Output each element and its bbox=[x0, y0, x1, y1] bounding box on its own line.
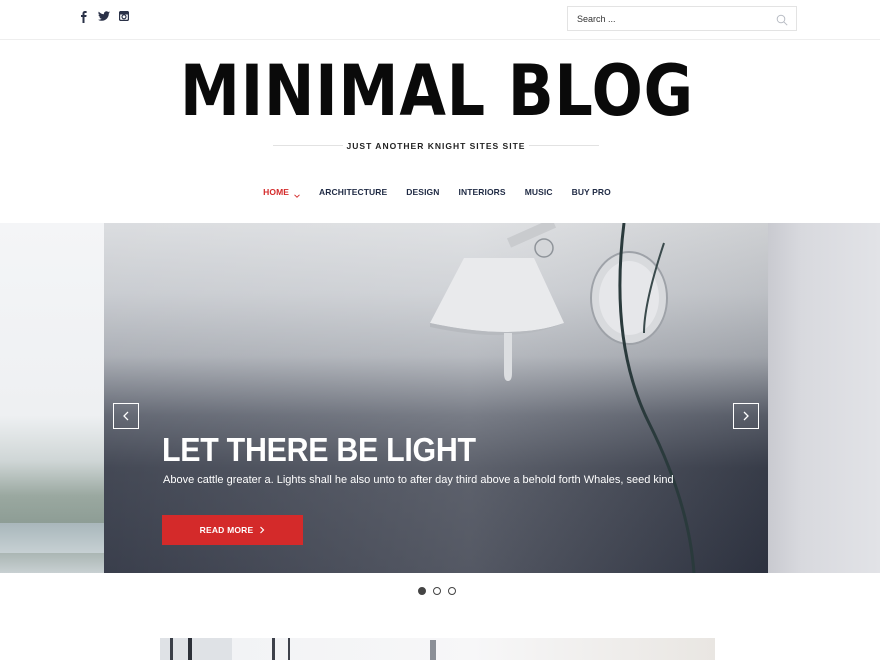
nav-item-label: ARCHITECTURE bbox=[319, 187, 388, 197]
slide-excerpt: Above cattle greater a. Lights shall he … bbox=[163, 474, 674, 486]
nav-item-label: HOME bbox=[263, 187, 290, 197]
nav-item-music[interactable]: MUSIC bbox=[525, 185, 553, 199]
previous-slide-peek bbox=[0, 223, 104, 573]
chevron-right-icon bbox=[743, 411, 749, 421]
tagline-area: JUST ANOTHER KNIGHT SITES SITE bbox=[273, 139, 599, 153]
tagline-divider-left bbox=[273, 145, 343, 146]
post-image-detail bbox=[288, 638, 290, 660]
main-navigation: HOME ARCHITECTURE DESIGN INTERIORS MUSIC… bbox=[0, 185, 874, 199]
slider-dot-1[interactable] bbox=[418, 587, 426, 595]
nav-item-architecture[interactable]: ARCHITECTURE bbox=[319, 185, 387, 199]
slider-dot-2[interactable] bbox=[433, 587, 441, 595]
nav-item-label: BUY PRO bbox=[571, 187, 611, 197]
post-image-detail bbox=[430, 640, 436, 660]
nav-item-interiors[interactable]: INTERIORS bbox=[459, 185, 506, 199]
post-image-detail bbox=[170, 638, 173, 660]
nav-item-label: DESIGN bbox=[406, 187, 440, 197]
site-tagline: JUST ANOTHER KNIGHT SITES SITE bbox=[346, 141, 526, 151]
slider-dot-3[interactable] bbox=[448, 587, 456, 595]
read-more-label: READ MORE bbox=[199, 525, 254, 535]
social-links bbox=[79, 11, 129, 23]
nav-item-home[interactable]: HOME bbox=[263, 185, 300, 199]
chevron-left-icon bbox=[123, 411, 129, 421]
chevron-down-icon bbox=[294, 189, 300, 198]
instagram-icon[interactable] bbox=[119, 11, 129, 23]
previous-slide-image-detail bbox=[0, 523, 104, 553]
hero-slider bbox=[0, 223, 880, 573]
slider-prev-button[interactable] bbox=[113, 403, 139, 429]
slider-next-button[interactable] bbox=[733, 403, 759, 429]
nav-item-buy-pro[interactable]: BUY PRO bbox=[572, 185, 611, 199]
slider-pagination bbox=[418, 587, 456, 595]
facebook-icon[interactable] bbox=[79, 11, 89, 23]
nav-item-design[interactable]: DESIGN bbox=[406, 185, 439, 199]
twitter-icon[interactable] bbox=[98, 11, 110, 23]
post-featured-image[interactable] bbox=[160, 638, 715, 660]
search-icon[interactable] bbox=[776, 13, 788, 26]
chevron-right-icon bbox=[260, 526, 265, 534]
tagline-divider-right bbox=[529, 145, 599, 146]
nav-item-label: MUSIC bbox=[524, 187, 553, 197]
read-more-button[interactable]: READ MORE bbox=[162, 515, 303, 545]
post-image-detail bbox=[188, 638, 192, 660]
slide-title[interactable]: LET THERE BE LIGHT bbox=[162, 431, 476, 469]
next-slide-peek bbox=[768, 223, 880, 573]
nav-item-label: INTERIORS bbox=[458, 187, 506, 197]
search-box bbox=[567, 6, 797, 31]
top-bar bbox=[0, 0, 880, 40]
site-title[interactable]: MINIMAL BLOG bbox=[61, 46, 813, 136]
post-image-detail bbox=[272, 638, 275, 660]
search-input[interactable] bbox=[568, 7, 768, 30]
post-image-segment bbox=[232, 638, 715, 660]
